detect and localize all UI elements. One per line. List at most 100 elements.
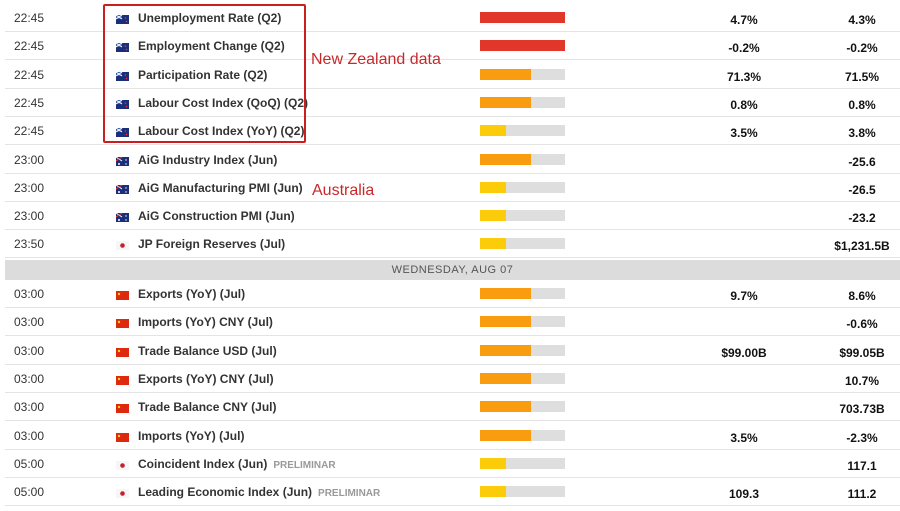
event-row[interactable]: 05:00 Leading Economic Index (Jun) PRELIMI…: [5, 478, 900, 507]
event-row[interactable]: 23:00 AiG Industry Index (Jun) -25.6: [5, 146, 900, 174]
new-zealand-highlight-box: [103, 4, 306, 143]
previous-value: -26.5: [848, 182, 876, 197]
event-row[interactable]: 03:00 Exports (YoY) (Jul) 9.7% 8.6%: [5, 280, 900, 308]
event-name[interactable]: Exports (YoY) (Jul): [138, 287, 245, 301]
flag-au-icon: [115, 153, 129, 166]
actual-value: 71.3%: [726, 69, 762, 84]
actual-value: 109.3: [728, 487, 760, 502]
flag-au-icon: [115, 181, 129, 194]
actual-value: 3.5%: [730, 430, 758, 445]
impact-bar: [480, 238, 565, 250]
impact-fill: [480, 153, 531, 165]
impact-bar: [480, 210, 565, 222]
event-title: Imports (YoY) CNY (Jul): [138, 315, 273, 330]
event-row[interactable]: 23:00 AiG Manufacturing PMI (Jun) -26.5: [5, 174, 900, 202]
actual-value: 9.7%: [730, 289, 758, 303]
impact-fill: [480, 429, 531, 441]
event-name[interactable]: AiG Construction PMI (Jun): [138, 209, 295, 223]
event-name[interactable]: JP Foreign Reserves (Jul): [138, 237, 285, 251]
event-row[interactable]: 03:00 Exports (YoY) CNY (Jul) 10.7%: [5, 365, 900, 393]
event-row[interactable]: 05:00 Coincident Index (Jun) PRELIMINAR 117…: [5, 450, 900, 478]
event-name[interactable]: AiG Industry Index (Jun): [138, 153, 277, 167]
event-time: 03:00: [14, 400, 45, 415]
impact-bar: [480, 344, 565, 356]
event-title: Exports (YoY) CNY (Jul): [138, 371, 274, 386]
impact-fill: [480, 344, 531, 356]
impact-fill: [480, 372, 531, 384]
event-row[interactable]: 03:00 Imports (YoY) CNY (Jul) -0.6%: [5, 308, 900, 337]
impact-fill: [480, 316, 531, 328]
actual-value: 3.5%: [730, 126, 758, 141]
event-time: 22:45: [14, 124, 45, 139]
event-name[interactable]: Coincident Index (Jun) PRELIMINAR: [138, 457, 336, 471]
impact-bar: [480, 429, 565, 441]
impact-fill: [480, 238, 506, 250]
event-time: 03:00: [14, 371, 45, 386]
previous-value: -2.3%: [846, 430, 878, 445]
event-time: 03:00: [14, 287, 45, 301]
event-time: 03:00: [14, 343, 45, 358]
event-row[interactable]: 23:00 AiG Construction PMI (Jun) -23.2: [5, 202, 900, 231]
flag-cn-icon: [116, 315, 129, 329]
flag-jp-icon: [116, 485, 129, 499]
impact-bar: [480, 12, 565, 23]
event-time: 22:45: [14, 95, 45, 110]
event-title: Coincident Index (Jun): [138, 456, 268, 471]
day-header: WEDNESDAY, AUG 07: [5, 260, 900, 280]
impact-fill: [480, 68, 531, 80]
actual-value: -0.2%: [728, 41, 760, 56]
actual-value: 4.7%: [730, 13, 758, 27]
impact-bar: [480, 153, 565, 165]
impact-bar: [480, 181, 565, 193]
event-time: 23:00: [14, 180, 45, 195]
event-row[interactable]: 03:00 Trade Balance CNY (Jul) 703.73B: [5, 393, 900, 422]
annotation-australia: Australia: [312, 182, 375, 199]
preliminary-tag: PRELIMINAR: [273, 459, 336, 471]
previous-value: 703.73B: [839, 402, 885, 417]
previous-value: 0.8%: [848, 97, 876, 112]
event-row[interactable]: 23:50 JP Foreign Reserves (Jul) $1,231.5B: [5, 230, 900, 259]
impact-bar: [480, 486, 565, 498]
previous-value: 10.7%: [844, 373, 880, 388]
event-title: AiG Construction PMI (Jun): [138, 209, 295, 224]
event-name[interactable]: Imports (YoY) (Jul): [138, 429, 244, 443]
event-name[interactable]: AiG Manufacturing PMI (Jun): [138, 181, 303, 195]
event-title: Trade Balance CNY (Jul): [138, 400, 277, 415]
event-title: Imports (YoY) (Jul): [138, 428, 245, 443]
flag-cn-icon: [116, 372, 129, 385]
impact-bar: [480, 288, 565, 299]
event-row[interactable]: 03:00 Imports (YoY) (Jul) 3.5% -2.3%: [5, 422, 900, 450]
event-title: Leading Economic Index (Jun): [138, 485, 313, 500]
previous-value: -0.2%: [846, 41, 878, 56]
previous-value: 111.2: [847, 487, 877, 502]
impact-bar: [480, 40, 565, 52]
flag-jp-icon: [116, 237, 129, 251]
event-time: 22:45: [14, 67, 45, 82]
impact-bar: [480, 372, 565, 384]
impact-fill: [480, 12, 565, 23]
event-row[interactable]: 03:00 Trade Balance USD (Jul) $99.00B $99.0…: [5, 337, 900, 365]
previous-value: -25.6: [848, 154, 876, 169]
impact-fill: [480, 125, 506, 137]
event-name[interactable]: Trade Balance CNY (Jul): [138, 400, 277, 414]
flag-au-icon: [115, 209, 129, 223]
flag-cn-icon: [116, 344, 129, 357]
previous-value: 8.6%: [848, 289, 876, 303]
previous-value: 3.8%: [848, 126, 876, 141]
impact-bar: [480, 96, 565, 108]
event-time: 23:00: [14, 152, 45, 167]
flag-cn-icon: [116, 429, 129, 442]
previous-value: 4.3%: [848, 13, 876, 27]
event-name[interactable]: Leading Economic Index (Jun) PRELIMINAR: [138, 485, 380, 499]
event-name[interactable]: Exports (YoY) CNY (Jul): [138, 372, 274, 386]
economic-calendar: 22:45 Unemployment Rate (Q2) 4.7% 4.3% 22:45…: [0, 0, 900, 511]
previous-value: 117.1: [847, 458, 877, 473]
actual-value: $99.00B: [721, 345, 767, 360]
event-name[interactable]: Imports (YoY) CNY (Jul): [138, 315, 273, 329]
impact-bar: [480, 125, 565, 137]
event-name[interactable]: Trade Balance USD (Jul): [138, 344, 277, 358]
flag-jp-icon: [116, 457, 129, 470]
event-time: 03:00: [14, 315, 45, 330]
impact-bar: [480, 316, 565, 328]
previous-value: 71.5%: [844, 69, 880, 84]
